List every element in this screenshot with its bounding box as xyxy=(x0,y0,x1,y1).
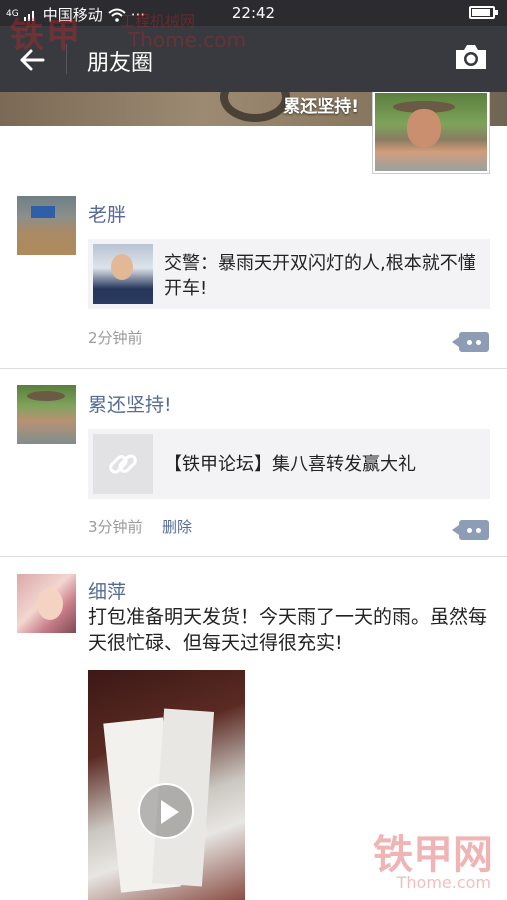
post-text: 打包准备明天发货！今天雨了一天的雨。虽然每天很忙碌、但每天过得很充实! xyxy=(88,606,488,654)
post-username[interactable]: 细萍 xyxy=(88,577,126,604)
video-thumbnail[interactable] xyxy=(88,670,245,900)
post-item: 老胖 交警：暴雨天开双闪灯的人,根本就不懂开车! 2分钟前 xyxy=(0,182,507,368)
avatar[interactable] xyxy=(17,574,76,633)
camera-button[interactable] xyxy=(453,42,489,74)
play-button[interactable] xyxy=(138,783,194,839)
moments-feed: 老胖 交警：暴雨天开双闪灯的人,根本就不懂开车! 2分钟前 累还坚持! 【铁甲论… xyxy=(0,126,507,900)
status-time: 22:42 xyxy=(231,4,276,22)
post-username[interactable]: 老胖 xyxy=(88,200,126,227)
card-thumbnail xyxy=(93,434,153,494)
shared-link-card[interactable]: 交警：暴雨天开双闪灯的人,根本就不懂开车! xyxy=(88,239,490,309)
comment-button[interactable] xyxy=(452,332,489,352)
page-title: 朋友圈 xyxy=(87,51,154,76)
avatar-face xyxy=(37,588,63,620)
comment-dot xyxy=(467,528,472,533)
nav-divider xyxy=(66,44,67,74)
truck-graphic xyxy=(31,206,55,218)
delete-button[interactable]: 删除 xyxy=(162,516,192,537)
card-thumbnail xyxy=(93,244,153,304)
link-icon xyxy=(109,454,137,474)
battery-icon xyxy=(469,6,498,19)
profile-avatar[interactable] xyxy=(372,90,490,174)
cover-owner-name: 累还坚持! xyxy=(283,97,359,117)
hat-graphic xyxy=(27,391,65,401)
avatar[interactable] xyxy=(17,385,76,444)
comment-dot xyxy=(476,528,481,533)
post-item: 细萍 打包准备明天发货！今天雨了一天的雨。虽然每天很忙碌、但每天过得很充实! xyxy=(0,556,507,900)
arrow-left-icon xyxy=(20,49,45,71)
comment-button[interactable] xyxy=(452,520,489,540)
shared-link-card[interactable]: 【铁甲论坛】集八喜转发赢大礼 xyxy=(88,429,490,499)
post-username[interactable]: 累还坚持! xyxy=(88,390,172,417)
comment-dot xyxy=(467,340,472,345)
avatar[interactable] xyxy=(17,196,76,255)
camera-icon xyxy=(456,45,486,69)
status-bar: 4G 中国移动 ··· 22:42 xyxy=(0,0,507,26)
comment-dot xyxy=(476,340,481,345)
post-time: 3分钟前 xyxy=(88,518,143,536)
back-button[interactable] xyxy=(10,40,54,80)
profile-photo xyxy=(375,93,487,171)
post-time: 2分钟前 xyxy=(88,329,143,347)
nav-bar: 朋友圈 xyxy=(0,26,507,92)
thumbnail-face xyxy=(111,254,133,280)
face-graphic xyxy=(407,109,441,147)
post-item: 累还坚持! 【铁甲论坛】集八喜转发赢大礼 3分钟前 删除 xyxy=(0,368,507,556)
card-text: 【铁甲论坛】集八喜转发赢大礼 xyxy=(164,454,416,475)
cover-wheel-graphic xyxy=(220,92,290,122)
card-text: 交警：暴雨天开双闪灯的人,根本就不懂开车! xyxy=(164,253,476,299)
